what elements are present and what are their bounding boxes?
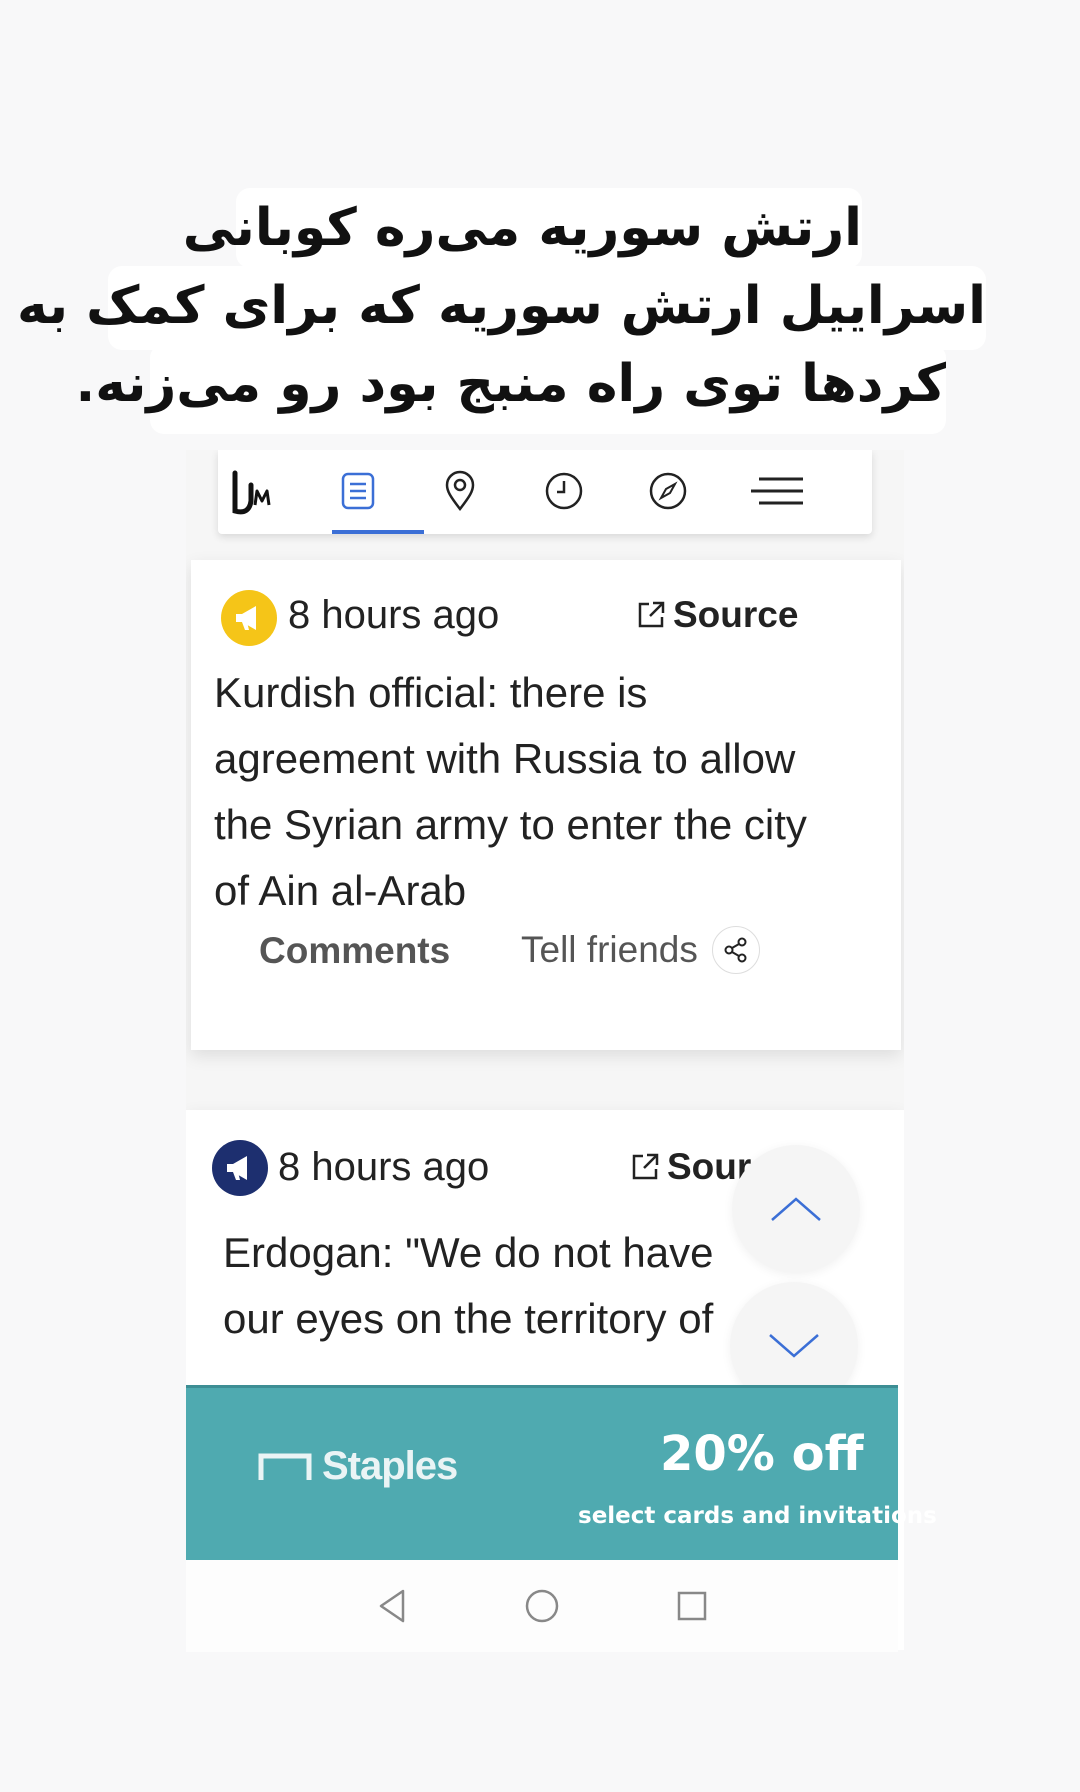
source-label: Source [673, 594, 799, 635]
logo-icon[interactable] [224, 458, 284, 524]
post-time: 8 hours ago [288, 593, 500, 637]
post-text: Kurdish official: there is agreement wit… [214, 669, 807, 914]
staples-logo-icon [258, 1453, 312, 1480]
chevron-down-icon [769, 1334, 819, 1358]
share-icon [711, 926, 760, 974]
source-link[interactable]: Source [635, 594, 798, 636]
system-nav-bar [186, 1560, 898, 1652]
ad-brand: Staples [258, 1444, 458, 1489]
clock-icon[interactable] [534, 458, 594, 524]
ad-brand-label: Staples [322, 1444, 458, 1488]
compass-icon[interactable] [638, 458, 698, 524]
ad-subtext: select cards and invitations [578, 1503, 937, 1529]
ad-banner[interactable]: Staples 20% off select cards and invitat… [186, 1385, 937, 1563]
megaphone-icon [236, 606, 256, 630]
tell-friends-label: Tell friends [521, 929, 698, 970]
menu-icon[interactable] [732, 458, 822, 524]
caption-line-3: کردها توی راه منبج بود رو می‌زنه. [76, 344, 946, 434]
comments-button[interactable]: Comments [259, 930, 450, 972]
external-link-icon [632, 1153, 659, 1180]
ad-offer: 20% off [660, 1426, 864, 1482]
megaphone-icon [227, 1156, 247, 1180]
active-tab-indicator [332, 530, 424, 534]
external-link-icon [638, 601, 665, 628]
chevron-up-icon [771, 1197, 821, 1221]
news-card[interactable]: 8 hours ago Source Kurdish official: the… [191, 560, 901, 1050]
post-text: Erdogan: "We do not have our eyes on the… [223, 1229, 714, 1342]
feed-icon[interactable] [328, 458, 388, 524]
top-navbar [218, 450, 872, 534]
post-time: 8 hours ago [278, 1145, 490, 1189]
caption-line-2: اسراییل ارتش سوریه که برای کمک به [17, 266, 986, 350]
home-icon[interactable] [514, 1578, 570, 1634]
back-icon[interactable] [364, 1578, 420, 1634]
tell-friends-button[interactable]: Tell friends [521, 926, 760, 974]
recents-icon[interactable] [664, 1578, 720, 1634]
scroll-up-button[interactable] [732, 1145, 860, 1273]
megaphone-badge [221, 590, 277, 646]
caption-line-1: ارتش سوریه می‌ره کوبانی [183, 188, 862, 268]
map-pin-icon[interactable] [430, 458, 490, 524]
megaphone-badge [212, 1140, 268, 1196]
